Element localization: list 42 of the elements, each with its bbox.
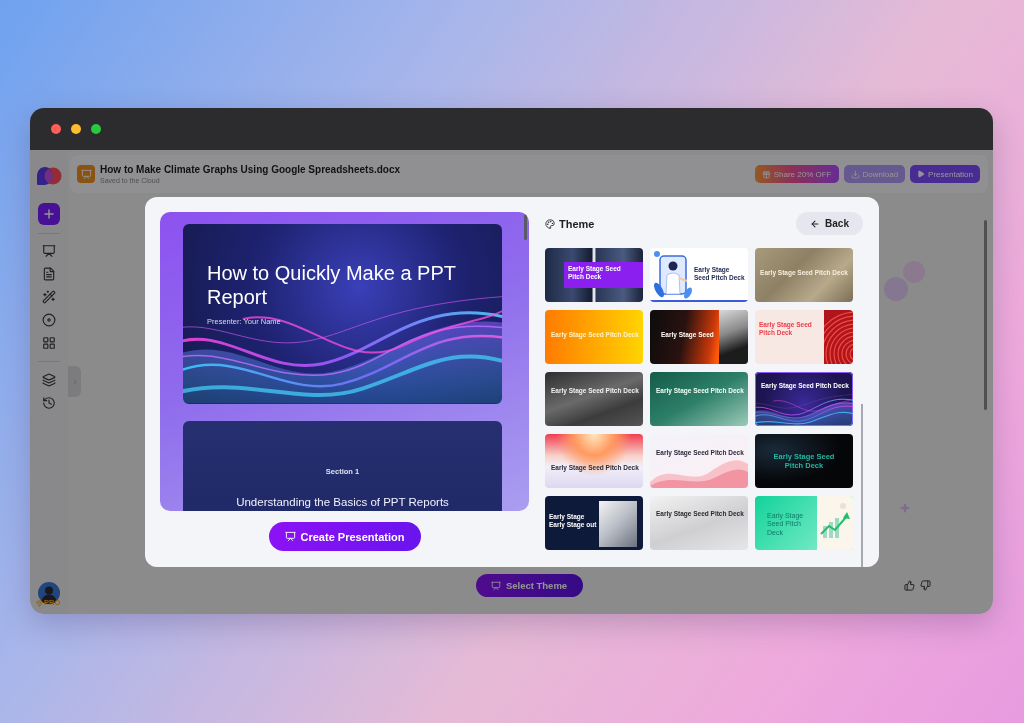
slide-title: Understanding the Basics of PPT Reports [236,495,449,509]
play-icon [917,170,926,178]
history-icon[interactable] [42,396,56,410]
section-title: Theme [559,217,595,230]
magic-wand-icon[interactable] [42,290,56,304]
select-theme-button[interactable]: Select Theme [475,574,583,597]
person-icon [653,250,693,300]
collapse-handle[interactable] [68,366,81,397]
chart-icon [817,496,853,550]
photo-placeholder [719,310,748,364]
slides-file-icon [77,165,95,183]
presentation-icon [490,580,501,591]
scrollbar-thumb[interactable] [861,404,863,567]
layers-icon[interactable] [42,373,56,387]
minimize-button[interactable] [71,124,81,134]
presentation-icon [284,531,296,542]
new-button[interactable] [38,203,60,225]
logo-icon[interactable] [36,166,62,186]
diamond-icon [36,599,43,607]
close-button[interactable] [51,124,61,134]
target-icon[interactable] [42,313,56,327]
back-button[interactable]: Back [796,212,863,235]
zoom-button[interactable] [91,124,101,134]
sparkle-icon [900,503,910,513]
grid-icon[interactable] [42,336,56,350]
document-title: How to Make Climate Graphs Using Google Spreadsheets.docx [100,164,402,175]
presentation-button[interactable]: Presentation [910,165,980,183]
plus-icon [42,207,56,221]
download-icon [850,169,860,179]
thumbs-down-icon[interactable] [920,580,931,591]
thumbs-up-icon[interactable] [904,580,915,591]
slide-title: How to Quickly Make a PPT Report [207,261,457,309]
scrollbar-thumb[interactable] [984,220,987,410]
arrow-left-icon [810,218,821,229]
rings-icon [824,310,853,364]
create-presentation-button[interactable]: Create Presentation [268,522,421,551]
document-icon[interactable] [42,267,56,281]
presentation-icon[interactable] [42,244,56,258]
palette-icon [545,218,555,229]
photo-placeholder [599,501,637,547]
gift-icon [761,169,771,179]
scrollbar-thumb[interactable] [524,214,527,240]
